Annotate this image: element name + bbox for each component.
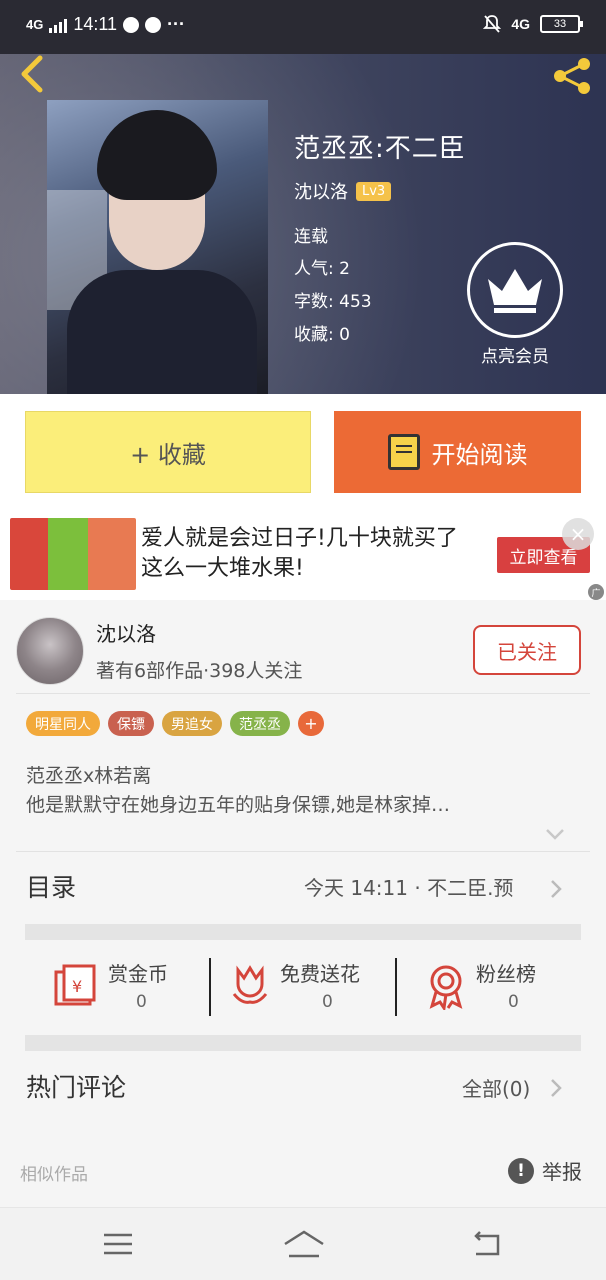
author-avatar[interactable] [16, 617, 84, 685]
more-notifications: ··· [167, 14, 186, 34]
start-reading-label: 开始阅读 [431, 440, 528, 469]
synopsis-line-1: 范丞丞x林若离 [26, 765, 152, 787]
book-title: 范丞丞:不二臣 [294, 134, 466, 164]
vertical-divider [395, 958, 397, 1016]
tag-item[interactable]: 保镖 [108, 711, 154, 736]
back-button[interactable] [14, 54, 54, 94]
free-flowers-button[interactable]: 免费送花 0 [230, 958, 390, 1018]
svg-text:¥: ¥ [72, 977, 82, 996]
medal-icon [429, 965, 463, 1010]
add-tag-button[interactable]: + [298, 711, 324, 736]
network-right-label: 4G [511, 16, 530, 32]
author-row: 沈以洛 Lv3 [294, 178, 392, 204]
popularity-label: 人气: [294, 259, 334, 279]
divider [16, 851, 590, 852]
share-icon [554, 58, 590, 94]
similar-works-label[interactable]: 相似作品 [20, 1160, 88, 1185]
divider [16, 693, 590, 694]
message-icon [123, 16, 140, 33]
word-count-row: 字数: 453 [294, 287, 372, 312]
level-badge: Lv3 [356, 181, 392, 201]
follow-button[interactable]: 已关注 [473, 625, 581, 675]
free-flowers-value: 0 [322, 992, 333, 1012]
toc-latest-chapter[interactable]: 今天 14:11 · 不二臣.预 [304, 872, 513, 901]
system-nav-bar [0, 1207, 606, 1280]
home-icon[interactable] [283, 1230, 325, 1258]
status-bar: 4G 14:11 ··· 4G 33 [0, 0, 606, 54]
chevron-left-icon [21, 55, 43, 93]
alert-icon: ! [508, 1157, 534, 1184]
synopsis[interactable]: 范丞丞x林若离 他是默默守在她身边五年的贴身保镖,她是林家掉… [26, 762, 566, 820]
back-nav-icon[interactable] [472, 1230, 504, 1258]
book-icon [387, 434, 420, 470]
menu-icon[interactable] [103, 1232, 133, 1256]
author-stats: 著有6部作品·398人关注 [96, 660, 303, 682]
popularity-value: 2 [339, 259, 350, 279]
share-button[interactable] [550, 56, 594, 96]
author-name[interactable]: 沈以洛 [96, 618, 156, 647]
tag-item[interactable]: 男追女 [162, 711, 222, 736]
app-notification-icon [145, 16, 162, 33]
ad-fruit-image [10, 518, 136, 590]
flower-icon [232, 965, 268, 1004]
vertical-divider [209, 958, 211, 1016]
crown-icon [467, 242, 563, 338]
status-right: 4G 33 [483, 14, 583, 34]
ad-mark-icon: 广 [588, 584, 604, 600]
status-left: 4G 14:11 ··· [26, 14, 185, 35]
collect-button[interactable]: + 收藏 [25, 411, 311, 493]
start-reading-button[interactable]: 开始阅读 [334, 411, 581, 493]
chevron-right-icon[interactable] [548, 1077, 564, 1099]
word-count-value: 453 [339, 292, 372, 312]
toc-label[interactable]: 目录 [26, 868, 76, 904]
red-envelope-icon: ¥ [54, 964, 96, 1006]
chevron-right-icon[interactable] [548, 878, 564, 900]
reward-coins-value: 0 [136, 992, 147, 1012]
all-comments-link[interactable]: 全部(0) [462, 1073, 530, 1102]
favorites-value: 0 [339, 325, 350, 345]
book-author[interactable]: 沈以洛 [294, 178, 348, 204]
chevron-down-icon[interactable] [543, 822, 567, 846]
tag-item[interactable]: 明星同人 [26, 711, 100, 736]
ad-text: 爱人就是会过日子!几十块就买了这么一大堆水果! [141, 526, 458, 581]
network-label: 4G [26, 17, 44, 32]
battery-icon: 33 [540, 15, 583, 33]
reward-coins-button[interactable]: ¥ 赏金币 0 [52, 958, 202, 1018]
fan-ranking-value: 0 [508, 992, 519, 1012]
tag-item[interactable]: 范丞丞 [230, 711, 290, 736]
section-divider [25, 1035, 581, 1051]
popularity-row: 人气: 2 [294, 254, 350, 279]
report-label: 举报 [542, 1160, 582, 1184]
favorites-row: 收藏: 0 [294, 320, 350, 345]
synopsis-line-2: 他是默默守在她身边五年的贴身保镖,她是林家掉… [26, 794, 451, 816]
book-header: 范丞丞:不二臣 沈以洛 Lv3 连载 人气: 2 字数: 453 收藏: 0 点… [0, 54, 606, 394]
status-time: 14:11 [73, 14, 118, 34]
book-cover-image[interactable] [47, 100, 268, 394]
fan-ranking-label: 粉丝榜 [476, 962, 536, 986]
hot-comments-label: 热门评论 [26, 1073, 127, 1102]
fan-ranking-button[interactable]: 粉丝榜 0 [426, 958, 566, 1018]
word-count-label: 字数: [294, 292, 334, 312]
vip-label: 点亮会员 [481, 347, 549, 367]
favorites-label: 收藏: [294, 325, 334, 345]
vip-button[interactable]: 点亮会员 [466, 242, 564, 367]
report-button[interactable]: ! 举报 [508, 1156, 582, 1185]
book-status: 连载 [294, 227, 328, 247]
free-flowers-label: 免费送花 [280, 962, 360, 986]
tag-list: 明星同人 保镖 男追女 范丞丞 + [26, 711, 324, 736]
reward-coins-label: 赏金币 [108, 962, 168, 986]
battery-level: 33 [553, 18, 567, 30]
mute-bell-icon [483, 15, 502, 33]
section-divider [25, 924, 581, 940]
signal-icon [49, 17, 68, 33]
ad-close-icon[interactable]: × [562, 518, 594, 550]
